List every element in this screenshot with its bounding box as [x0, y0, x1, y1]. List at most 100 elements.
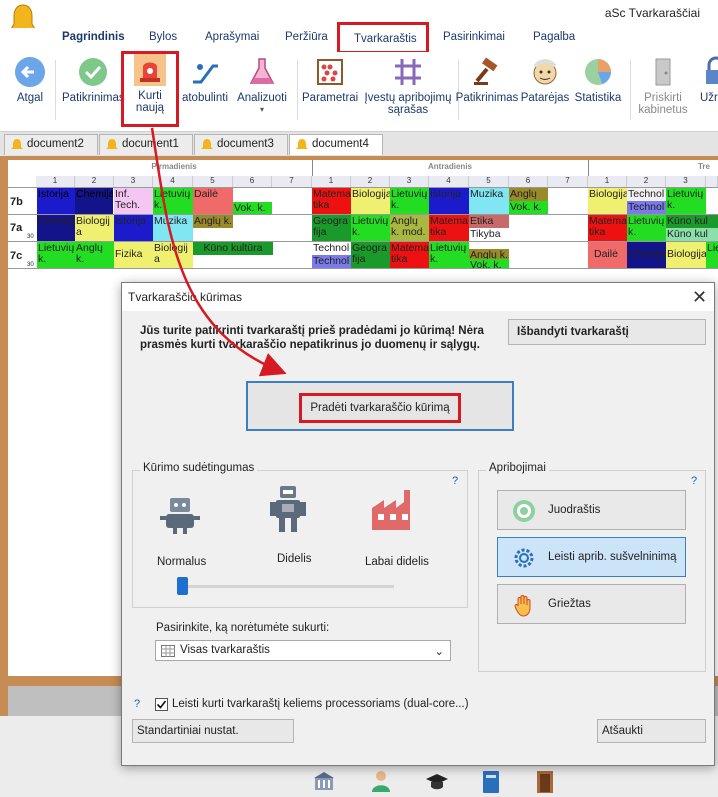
improve-button[interactable]: atobulinti [176, 56, 234, 104]
menu-perziura[interactable]: Peržiūra [285, 31, 328, 43]
lesson-cell[interactable]: Muzika [469, 188, 509, 214]
check2-button[interactable]: Patikrinimas [455, 56, 519, 104]
lesson-cell[interactable]: Vok. k. [509, 201, 548, 214]
complexity-slider-track[interactable] [182, 585, 394, 588]
lesson-cell[interactable]: Chemija [37, 215, 75, 241]
lesson-cell[interactable]: Geogra fija [351, 242, 390, 268]
tab-document2[interactable]: document2 [4, 134, 98, 155]
lesson-cell[interactable]: Istorija [429, 188, 469, 214]
cancel-button[interactable]: Atšaukti [597, 719, 706, 743]
complexity-very-big-label[interactable]: Labai didelis [365, 556, 429, 568]
lesson-cell[interactable]: Lietuvių k. [666, 188, 706, 214]
class-label-7a[interactable]: 7a [10, 222, 36, 234]
class-label-7b[interactable]: 7b [10, 196, 36, 208]
limits-help-icon[interactable]: ? [691, 475, 697, 487]
lesson-cell[interactable]: Anglų k. [193, 215, 233, 228]
tab-document1[interactable]: document1 [99, 134, 193, 155]
lesson-cell[interactable]: Technol [312, 242, 351, 255]
lesson-cell[interactable]: Muzika [153, 215, 193, 241]
lesson-cell[interactable]: Technol [627, 201, 666, 214]
lesson-cell[interactable]: Kūno kul [666, 228, 718, 241]
lesson-cell[interactable]: Lietuvių k. [390, 188, 429, 214]
menu-tvarkarastis[interactable]: Tvarkaraštis [354, 33, 417, 45]
parameters-button[interactable]: Parametrai [302, 56, 358, 104]
lesson-cell[interactable]: Dailė [193, 188, 233, 214]
lesson-cell[interactable]: Lietuvių k. [429, 242, 469, 268]
tab-document3[interactable]: document3 [194, 134, 288, 155]
lesson-cell[interactable]: Matema tika [390, 242, 429, 268]
lesson-cell[interactable]: Kūno kultūra [193, 242, 273, 255]
gear-icon [514, 548, 534, 568]
strict-mode-button[interactable]: Griežtas [497, 584, 686, 624]
menu-aprasymai[interactable]: Aprašymai [205, 31, 259, 43]
lesson-cell[interactable]: Lietuvių k. [37, 242, 75, 268]
lesson-cell[interactable]: Matema tika [588, 215, 627, 241]
lesson-cell[interactable]: Vok. k. [233, 202, 272, 214]
complexity-normal-label[interactable]: Normalus [157, 556, 206, 568]
lesson-cell[interactable]: Istorija [114, 215, 153, 241]
check-button[interactable]: Patikrinimas [62, 56, 125, 104]
lesson-cell[interactable]: Biologija [351, 188, 390, 214]
graduation-cap-icon[interactable] [425, 771, 449, 793]
lesson-cell[interactable]: Chemija [627, 242, 666, 268]
create-what-select[interactable]: Visas tvarkaraštis ⌄ [155, 640, 451, 661]
lesson-cell[interactable]: Vok. k. [469, 259, 509, 268]
lesson-cell[interactable]: Inf. Tech. [114, 188, 153, 214]
dual-core-checkbox[interactable] [155, 698, 168, 711]
lesson-cell[interactable]: Anglų k. [75, 242, 114, 268]
teacher-icon[interactable] [369, 769, 393, 793]
lesson-cell[interactable]: Tikyba [469, 228, 509, 241]
lesson-cell[interactable]: Anglų k. [509, 188, 548, 201]
school-building-icon[interactable] [312, 770, 336, 792]
lesson-cell[interactable]: Dailė [588, 242, 627, 268]
lesson-cell[interactable]: Biologij a [153, 242, 193, 268]
lesson-cell[interactable]: Geogra fija [312, 215, 351, 241]
lesson-cell[interactable]: Anglų k. mod. [390, 215, 429, 241]
menu-bylos[interactable]: Bylos [149, 31, 177, 43]
lesson-cell[interactable]: Etika [469, 215, 509, 228]
lesson-cell[interactable]: Istorija [37, 188, 75, 214]
lesson-cell[interactable]: Kūno kul [666, 215, 718, 228]
menu-pagrindinis[interactable]: Pagrindinis [62, 31, 125, 43]
menu-pagalba[interactable]: Pagalba [533, 31, 575, 43]
start-creation-button[interactable]: Pradėti tvarkaraščio kūrimą [299, 393, 461, 423]
menu-pasirinkimai[interactable]: Pasirinkimai [443, 31, 505, 43]
statistics-button[interactable]: Statistika [572, 56, 624, 104]
advisor-button[interactable]: Patarėjas [520, 56, 570, 104]
draft-mode-button[interactable]: Juodraštis [497, 490, 686, 530]
relax-constraints-button[interactable]: Leisti aprib. sušvelninimą [497, 537, 686, 577]
lesson-cell[interactable]: Lietuvių k. [153, 188, 193, 214]
dual-core-help-icon[interactable]: ? [134, 698, 140, 710]
book-icon[interactable] [482, 770, 500, 794]
lesson-cell[interactable]: Biologija [666, 242, 706, 268]
defaults-button[interactable]: Standartiniai nustat. [132, 719, 294, 743]
test-timetable-button[interactable]: Išbandyti tvarkaraštį [508, 319, 706, 345]
assign-rooms-button[interactable]: Priskirti kabinetus [636, 56, 690, 116]
lesson-cell[interactable]: Matema tika [312, 188, 351, 214]
lesson-cell[interactable]: Technol [312, 255, 351, 268]
complexity-big-label[interactable]: Didelis [277, 553, 312, 565]
back-button[interactable]: Atgal [12, 56, 48, 104]
lesson-cell[interactable]: Lietuvių [706, 242, 718, 268]
door-exit-icon[interactable] [535, 770, 555, 794]
lesson-cell[interactable]: Lietuvių k. [351, 215, 390, 241]
create-new-button[interactable]: Kurti naują [126, 54, 174, 114]
lesson-cell[interactable]: Chemija [75, 188, 113, 214]
lesson-cell[interactable]: Matema tika [429, 215, 469, 241]
lock-button[interactable]: Užrak [700, 56, 718, 104]
create-new-label-1: Kurti [138, 90, 162, 102]
tab-document4[interactable]: document4 [289, 134, 383, 155]
class-label-7c[interactable]: 7c [10, 250, 36, 262]
period-header: 5 [469, 176, 509, 187]
analyze-button[interactable]: Analizuoti ▾ [234, 56, 290, 116]
close-icon[interactable]: ✕ [692, 287, 707, 308]
lesson-cell[interactable]: Anglų k. [469, 249, 509, 259]
complexity-slider-thumb[interactable] [177, 577, 188, 595]
lesson-cell[interactable]: Technol [627, 188, 666, 201]
lesson-cell[interactable]: Biologija [588, 188, 627, 214]
complexity-help-icon[interactable]: ? [452, 475, 458, 487]
lesson-cell[interactable]: Lietuvių k. [627, 215, 666, 241]
lesson-cell[interactable]: Fizika [114, 242, 153, 268]
constraints-list-button[interactable]: Įvestų apribojimų sąrašas [360, 56, 456, 116]
lesson-cell[interactable]: Biologij a [75, 215, 114, 241]
